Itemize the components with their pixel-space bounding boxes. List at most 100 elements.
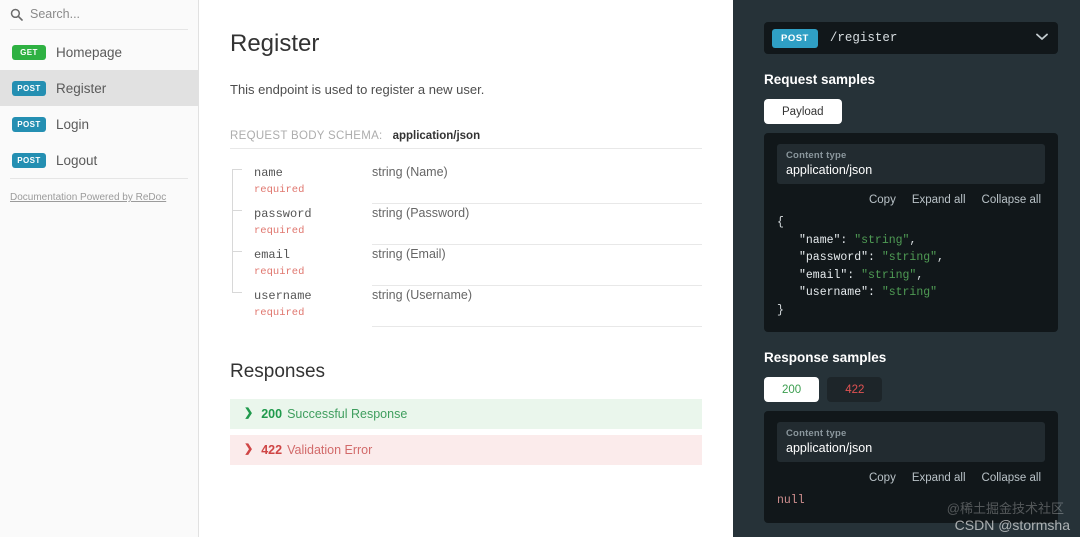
response-samples-tabs: 200 422 (764, 377, 1058, 402)
tree-branch-icon (230, 163, 250, 204)
request-payload-code: { "name": "string", "password": "string"… (777, 214, 1045, 319)
json-value: "string" (881, 251, 938, 264)
schema-field-type-cell: string (Name) (372, 163, 702, 204)
endpoint-selector[interactable]: POST /register (764, 22, 1058, 54)
chevron-right-icon: ❯ (244, 407, 254, 419)
schema-field-row[interactable]: password required string (Password) (230, 203, 702, 245)
schema-field-required: required (254, 306, 305, 319)
content-type-value: application/json (786, 163, 873, 177)
schema-field-required: required (254, 265, 305, 278)
search-bar[interactable] (0, 3, 198, 25)
response-row-200[interactable]: ❯ 200 Successful Response (230, 398, 702, 429)
json-close-brace: } (777, 303, 784, 317)
endpoint-method-badge: POST (772, 28, 818, 48)
sidebar-item-label: Login (56, 116, 90, 132)
request-samples-title: Request samples (764, 72, 876, 87)
schema-field-identity: email required (254, 245, 372, 279)
endpoint-path: /register (829, 31, 898, 45)
json-value: "string" (881, 286, 938, 299)
copy-button[interactable]: Copy (869, 472, 896, 484)
schema-field-type: string (Email) (372, 246, 446, 261)
sidebar-item-homepage[interactable]: GET Homepage (0, 34, 198, 70)
operation-description: This endpoint is used to register a new … (230, 82, 485, 97)
method-badge-get: GET (12, 44, 46, 60)
sidebar-item-logout[interactable]: POST Logout (0, 142, 198, 178)
schema-field-type-cell: string (Email) (372, 245, 702, 286)
json-key: "name": (799, 233, 848, 247)
footer-divider (10, 178, 188, 179)
json-comma: , (916, 268, 924, 282)
schema-field-row[interactable]: username required string (Username) (230, 285, 702, 327)
copy-button[interactable]: Copy (869, 194, 896, 206)
sidebar-nav: GET Homepage POST Register POST Login PO… (0, 34, 198, 178)
responses-heading: Responses (230, 360, 326, 382)
schema-field-row[interactable]: name required string (Name) (230, 163, 702, 204)
collapse-all-button[interactable]: Collapse all (982, 472, 1041, 484)
tree-branch-icon (230, 203, 250, 245)
search-underline (10, 29, 188, 30)
content-type-value: application/json (786, 441, 873, 455)
search-input[interactable] (30, 7, 180, 21)
redoc-page: GET Homepage POST Register POST Login PO… (0, 0, 1080, 537)
json-open-brace: { (777, 216, 784, 229)
schema-field-name: name (254, 165, 283, 180)
response-code: 200 (261, 406, 283, 421)
schema-field-required: required (254, 183, 305, 196)
request-content-type-selector[interactable]: Content type application/json (777, 144, 1045, 184)
samples-panel: POST /register Request samples Payload C… (733, 0, 1080, 537)
json-comma: , (937, 251, 944, 264)
schema-field-identity: name required (254, 163, 372, 197)
search-icon (10, 8, 23, 21)
response-text: Validation Error (287, 442, 373, 457)
content-type-label: Content type (786, 150, 847, 161)
sidebar-item-label: Logout (56, 152, 98, 168)
tab-response-422[interactable]: 422 (827, 377, 883, 402)
request-code-actions: Copy Expand all Collapse all (777, 194, 1045, 206)
response-code: 422 (261, 442, 283, 457)
powered-by-redoc-link[interactable]: Documentation Powered by ReDoc (10, 192, 166, 203)
response-body-code: null (777, 492, 1045, 510)
tab-response-200[interactable]: 200 (764, 377, 820, 402)
method-badge-post: POST (12, 116, 46, 132)
json-key: "password": (799, 251, 875, 264)
expand-all-button[interactable]: Expand all (912, 194, 966, 206)
tab-payload[interactable]: Payload (764, 99, 842, 124)
response-text: Successful Response (287, 406, 408, 421)
schema-field-type: string (Name) (372, 164, 448, 179)
response-sample-card: Content type application/json Copy Expan… (764, 411, 1058, 523)
response-row-422[interactable]: ❯ 422 Validation Error (230, 434, 702, 465)
schema-field-row[interactable]: email required string (Email) (230, 244, 702, 286)
method-badge-post: POST (12, 152, 46, 168)
json-null-value: null (777, 494, 805, 507)
schema-field-type-cell: string (Username) (372, 286, 702, 327)
schema-field-type: string (Password) (372, 205, 470, 220)
tree-branch-icon (230, 244, 250, 286)
json-key: "email": (799, 268, 855, 282)
request-body-schema-header: REQUEST BODY SCHEMA: application/json (230, 130, 702, 149)
chevron-down-icon[interactable] (1036, 33, 1048, 44)
json-comma: , (909, 233, 917, 247)
page-title: Register (230, 30, 320, 57)
schema-field-name: password (254, 206, 312, 221)
method-badge-post: POST (12, 80, 46, 96)
json-key: "username": (799, 286, 875, 299)
sidebar-footer: Documentation Powered by ReDoc (0, 178, 198, 205)
schema-field-identity: password required (254, 204, 372, 238)
request-body-schema-value: application/json (392, 129, 481, 142)
response-samples-title: Response samples (764, 350, 887, 365)
collapse-all-button[interactable]: Collapse all (982, 194, 1041, 206)
schema-field-required: required (254, 224, 305, 237)
schema-field-name: username (254, 288, 312, 303)
request-samples-tabs: Payload (764, 99, 1058, 124)
request-sample-card: Content type application/json Copy Expan… (764, 133, 1058, 332)
schema-field-type: string (Username) (372, 287, 473, 302)
sidebar-item-login[interactable]: POST Login (0, 106, 198, 142)
sidebar-item-register[interactable]: POST Register (0, 70, 198, 106)
sidebar-item-label: Homepage (56, 44, 123, 60)
expand-all-button[interactable]: Expand all (912, 472, 966, 484)
response-code-actions: Copy Expand all Collapse all (777, 472, 1045, 484)
schema-field-type-cell: string (Password) (372, 204, 702, 245)
request-body-schema-label: REQUEST BODY SCHEMA: (230, 129, 383, 142)
response-content-type-selector[interactable]: Content type application/json (777, 422, 1045, 462)
sidebar: GET Homepage POST Register POST Login PO… (0, 0, 199, 537)
